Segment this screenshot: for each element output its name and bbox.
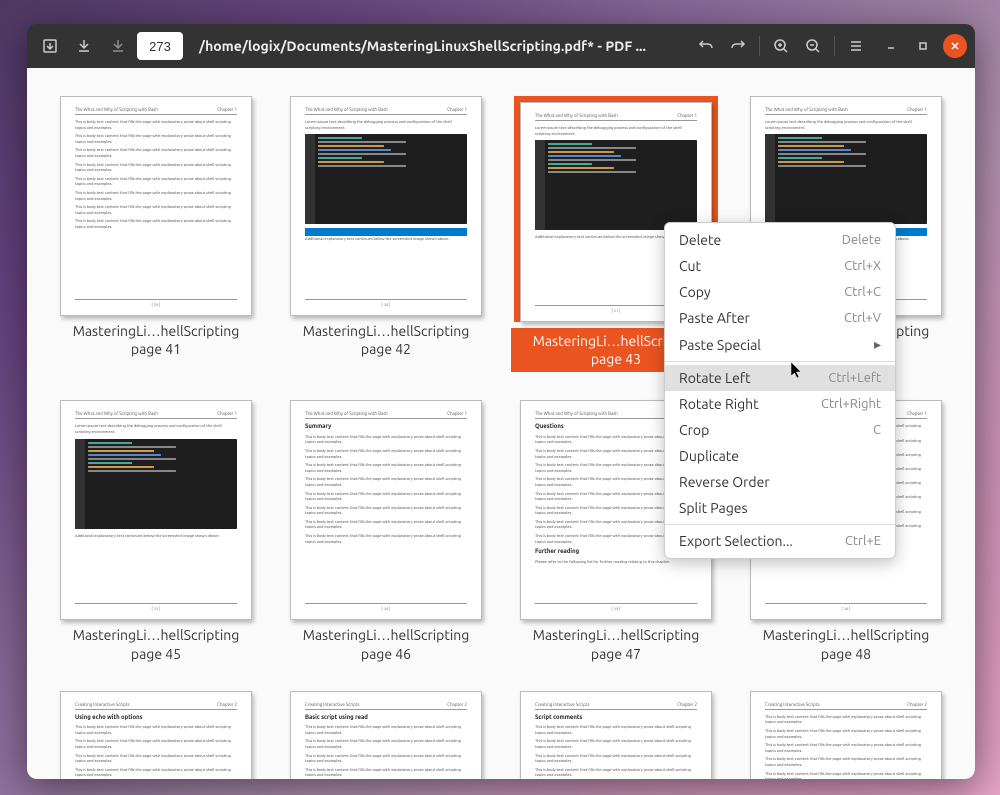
undo-icon[interactable]	[691, 31, 721, 61]
menu-item-shortcut: Ctrl+C	[844, 285, 881, 299]
minimize-button[interactable]	[879, 34, 903, 58]
page-thumbnail[interactable]: Creating Interactive ScriptsChapter 2Bas…	[281, 691, 491, 779]
page-thumbnail-page: The What and Why of Scripting with BashC…	[60, 96, 252, 316]
page-thumbnail-page: The What and Why of Scripting with BashC…	[60, 400, 252, 620]
page-thumbnail[interactable]: The What and Why of Scripting with BashC…	[281, 96, 491, 372]
menu-item-label: Export Selection...	[679, 533, 793, 549]
window-title: /home/logix/Documents/MasteringLinuxShel…	[187, 38, 687, 54]
page-thumbnail-page: Creating Interactive ScriptsChapter 2Thi…	[750, 691, 942, 779]
context-menu: Delete Delete Cut Ctrl+X Copy Ctrl+C Paste Aft…	[664, 222, 896, 559]
chevron-right-icon: ▸	[874, 336, 881, 353]
menu-item-rotate-right[interactable]: Rotate Right Ctrl+Right	[665, 391, 895, 417]
page-thumbnail[interactable]: Creating Interactive ScriptsChapter 2Usi…	[51, 691, 261, 779]
maximize-button[interactable]	[911, 34, 935, 58]
menu-item-label: Duplicate	[679, 448, 739, 464]
menu-item-copy[interactable]: Copy Ctrl+C	[665, 279, 895, 305]
menu-separator	[665, 524, 895, 525]
page-number-input[interactable]	[137, 32, 183, 60]
menu-item-duplicate[interactable]: Duplicate	[665, 443, 895, 469]
menu-item-label: Paste Special	[679, 337, 761, 353]
page-thumbnail[interactable]: The What and Why of Scripting with BashC…	[281, 400, 491, 662]
zoom-out-icon[interactable]	[798, 31, 828, 61]
thumbnail-label: MasteringLi…hellScriptingpage 46	[303, 626, 470, 662]
menu-item-shortcut: Ctrl+Right	[821, 397, 881, 411]
menu-item-paste-special[interactable]: Paste Special ▸	[665, 331, 895, 358]
menu-item-label: Crop	[679, 422, 709, 438]
page-thumbnail-page: Creating Interactive ScriptsChapter 2Scr…	[520, 691, 712, 779]
menu-item-shortcut: Delete	[842, 233, 881, 247]
menu-item-shortcut: Ctrl+Left	[828, 371, 881, 385]
menu-item-rotate-left[interactable]: Rotate Left Ctrl+Left	[665, 365, 895, 391]
menu-item-crop[interactable]: Crop C	[665, 417, 895, 443]
import-icon[interactable]	[35, 31, 65, 61]
menu-item-paste-after[interactable]: Paste After Ctrl+V	[665, 305, 895, 331]
menu-item-label: Rotate Left	[679, 370, 751, 386]
thumbnail-label: MasteringLi…hellScriptingpage 48	[763, 626, 930, 662]
separator	[759, 36, 760, 56]
menu-item-reverse-order[interactable]: Reverse Order	[665, 469, 895, 495]
menu-item-cut[interactable]: Cut Ctrl+X	[665, 253, 895, 279]
menu-item-label: Rotate Right	[679, 396, 759, 412]
zoom-in-icon[interactable]	[766, 31, 796, 61]
page-thumbnail-page: Creating Interactive ScriptsChapter 2Bas…	[290, 691, 482, 779]
hamburger-menu-icon[interactable]	[841, 31, 871, 61]
save-as-icon[interactable]	[103, 31, 133, 61]
page-thumbnail[interactable]: The What and Why of Scripting with BashC…	[51, 400, 261, 662]
menu-item-shortcut: Ctrl+X	[844, 259, 881, 273]
close-button[interactable]	[943, 34, 967, 58]
menu-item-label: Paste After	[679, 310, 750, 326]
titlebar: /home/logix/Documents/MasteringLinuxShel…	[27, 24, 975, 68]
redo-icon[interactable]	[723, 31, 753, 61]
menu-item-split-pages[interactable]: Split Pages	[665, 495, 895, 521]
save-icon[interactable]	[69, 31, 99, 61]
separator	[834, 36, 835, 56]
menu-item-shortcut: C	[873, 423, 881, 437]
page-thumbnail-page: Creating Interactive ScriptsChapter 2Usi…	[60, 691, 252, 779]
menu-item-label: Reverse Order	[679, 474, 770, 490]
menu-item-label: Split Pages	[679, 500, 748, 516]
menu-item-label: Cut	[679, 258, 701, 274]
page-thumbnail-page: The What and Why of Scripting with BashC…	[290, 400, 482, 620]
thumbnail-label: MasteringLi…hellScriptingpage 45	[73, 626, 240, 662]
menu-item-export-selection-[interactable]: Export Selection... Ctrl+E	[665, 528, 895, 554]
thumbnail-label: MasteringLi…hellScriptingpage 47	[533, 626, 700, 662]
page-thumbnail[interactable]: Creating Interactive ScriptsChapter 2Thi…	[741, 691, 951, 779]
menu-item-delete[interactable]: Delete Delete	[665, 227, 895, 253]
thumbnail-label: MasteringLi…hellScriptingpage 42	[303, 322, 470, 358]
menu-separator	[665, 361, 895, 362]
menu-item-shortcut: Ctrl+V	[844, 311, 881, 325]
page-thumbnail-page: The What and Why of Scripting with BashC…	[290, 96, 482, 316]
page-thumbnail[interactable]: The What and Why of Scripting with BashC…	[51, 96, 261, 372]
page-thumbnail[interactable]: Creating Interactive ScriptsChapter 2Scr…	[511, 691, 721, 779]
menu-item-shortcut: Ctrl+E	[845, 534, 881, 548]
thumbnail-label: MasteringLi…hellScriptingpage 41	[73, 322, 240, 358]
menu-item-label: Copy	[679, 284, 711, 300]
menu-item-label: Delete	[679, 232, 721, 248]
